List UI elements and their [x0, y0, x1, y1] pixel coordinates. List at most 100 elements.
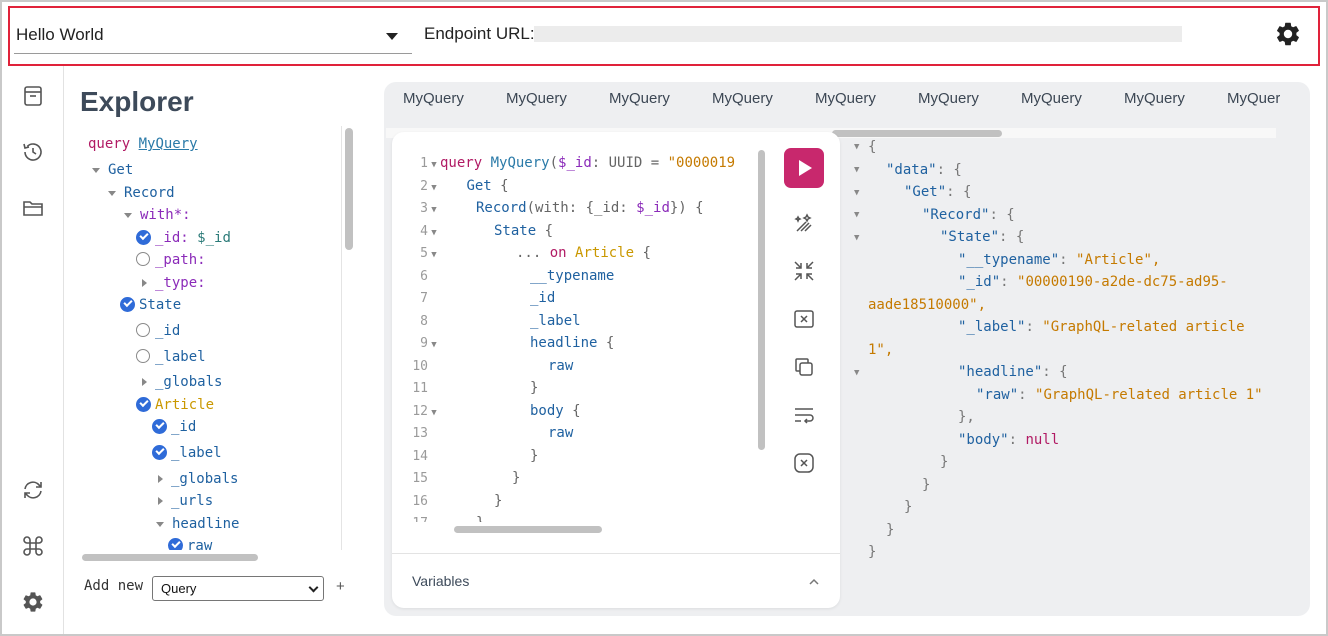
fold-arrow-icon[interactable]: ▼ — [854, 165, 864, 175]
tree-arg-id[interactable]: _id: $_id — [136, 228, 231, 248]
settings-gear-icon[interactable] — [1274, 20, 1302, 48]
query-tab[interactable]: MyQuery — [1021, 90, 1082, 107]
query-tab[interactable]: MyQuery — [815, 90, 876, 107]
result-line: { — [868, 139, 877, 155]
execute-query-button[interactable] — [784, 148, 824, 188]
tree-label: raw — [187, 538, 213, 550]
checked-circle-icon[interactable] — [136, 396, 151, 412]
checked-circle-icon[interactable] — [152, 418, 167, 434]
unchecked-circle-icon[interactable] — [136, 349, 150, 363]
query-tab[interactable]: MyQuery — [506, 90, 567, 107]
tree-field-raw[interactable]: raw — [168, 536, 212, 550]
unchecked-circle-icon[interactable] — [136, 323, 150, 337]
fold-arrow-icon[interactable]: ▼ — [428, 199, 440, 221]
fold-arrow-icon[interactable]: ▼ — [428, 154, 440, 176]
chevron-up-icon[interactable] — [808, 576, 820, 588]
tree-arg-path[interactable]: _path: — [136, 250, 206, 270]
explorer-horizontal-scrollbar[interactable] — [80, 552, 342, 562]
docs-icon[interactable] — [21, 84, 45, 108]
merge-fragments-icon[interactable] — [792, 259, 816, 283]
fold-arrow-icon[interactable]: ▼ — [854, 188, 864, 198]
token: Article — [575, 245, 635, 261]
settings-icon[interactable] — [21, 590, 45, 614]
token: Get — [466, 178, 492, 194]
add-new-label: Add new — [84, 578, 144, 594]
query-tab[interactable]: MyQuery — [918, 90, 979, 107]
fold-arrow-icon[interactable]: ▼ — [428, 222, 440, 244]
fold-arrow-icon[interactable]: ▼ — [428, 334, 440, 356]
wrap-lines-icon[interactable] — [792, 403, 816, 427]
tree-label: State — [139, 297, 182, 313]
editor-horizontal-scrollbar[interactable] — [440, 524, 752, 534]
fold-arrow-icon[interactable]: ▼ — [854, 368, 864, 378]
query-tab[interactable]: MyQuery — [1124, 90, 1185, 107]
operation-name[interactable]: MyQuery — [139, 136, 198, 152]
tree-node-state[interactable]: State — [120, 295, 181, 315]
endpoint-url-input[interactable] — [534, 26, 1182, 42]
code-line: 2 ▼ Get { — [392, 175, 508, 199]
explorer-folder-icon[interactable] — [21, 196, 45, 220]
checked-circle-icon[interactable] — [168, 537, 183, 550]
history-icon[interactable] — [21, 140, 45, 164]
project-select[interactable]: Hello World — [14, 16, 412, 54]
editor-vertical-scrollbar[interactable] — [756, 150, 766, 522]
result-line: } — [904, 499, 913, 515]
clear-editor-icon[interactable] — [792, 307, 816, 331]
left-rail — [2, 66, 64, 634]
code-line: 11} — [392, 377, 538, 399]
arg-value[interactable]: $_id — [197, 230, 231, 246]
unchecked-circle-icon[interactable] — [136, 252, 150, 266]
tree-field-article-urls[interactable]: _urls — [158, 491, 213, 511]
fold-arrow-icon[interactable]: ▼ — [854, 142, 864, 152]
tree-label: _label — [171, 445, 222, 461]
checked-circle-icon[interactable] — [136, 229, 151, 245]
tree-label: _path: — [155, 252, 206, 268]
query-tab[interactable]: MyQuery — [1227, 90, 1280, 107]
add-new-operation-select[interactable]: Query — [152, 576, 324, 601]
tree-arg-type[interactable]: _type: — [142, 273, 206, 293]
add-operation-plus-button[interactable]: + — [336, 578, 345, 595]
code-line: 16} — [392, 490, 502, 512]
fold-arrow-icon[interactable]: ▼ — [428, 244, 440, 266]
tree-field-state-globals[interactable]: _globals — [142, 372, 222, 392]
add-new-selected-value: Query — [161, 581, 197, 596]
refresh-icon[interactable] — [21, 478, 45, 502]
checked-circle-icon[interactable] — [120, 296, 135, 312]
query-editor[interactable]: 1 ▼ query MyQuery($_id: UUID = "0000019 2 ▼… — [392, 150, 754, 522]
tree-node-get[interactable]: Get — [92, 160, 133, 180]
token: on — [549, 245, 567, 261]
variables-tab[interactable]: Variables — [412, 573, 469, 589]
prettify-wand-icon[interactable] — [792, 212, 816, 236]
checked-circle-icon[interactable] — [152, 444, 167, 460]
tree-field-article-label[interactable]: _label — [152, 443, 222, 463]
collapsed-triangle-icon — [142, 279, 147, 287]
tree-field-article-id[interactable]: _id — [152, 417, 196, 437]
query-tab[interactable]: MyQuery — [403, 90, 464, 107]
explorer-vertical-scrollbar[interactable] — [344, 126, 354, 550]
fold-arrow-icon[interactable]: ▼ — [854, 210, 864, 220]
tree-node-with[interactable]: with*: — [124, 205, 191, 225]
code-line: 7 _id — [392, 287, 555, 309]
close-icon[interactable] — [792, 451, 816, 475]
fold-arrow-icon[interactable]: ▼ — [428, 177, 440, 199]
copy-icon[interactable] — [792, 355, 816, 379]
query-tab[interactable]: MyQuery — [609, 90, 670, 107]
fold-arrow-icon[interactable]: ▼ — [428, 402, 440, 424]
query-tabs: MyQuery MyQuery MyQuery MyQuery MyQuery … — [384, 84, 1280, 118]
tree-field-state-id[interactable]: _id — [136, 321, 180, 341]
tree-node-article[interactable]: Article — [136, 395, 214, 415]
tree-field-article-globals[interactable]: _globals — [158, 469, 238, 489]
tree-field-headline[interactable]: headline — [156, 514, 239, 534]
chevron-down-icon — [308, 582, 319, 593]
tree-field-state-label[interactable]: _label — [136, 347, 206, 367]
command-icon[interactable] — [21, 534, 45, 558]
token: } — [494, 493, 503, 509]
token: _label — [530, 313, 581, 329]
query-tab[interactable]: MyQuery — [712, 90, 773, 107]
token: Record — [476, 200, 527, 216]
tree-node-record[interactable]: Record — [108, 183, 175, 203]
fold-arrow-icon[interactable]: ▼ — [854, 233, 864, 243]
result-line: }, — [958, 409, 975, 425]
tree-label: _id — [155, 323, 181, 339]
result-line: } — [940, 454, 949, 470]
